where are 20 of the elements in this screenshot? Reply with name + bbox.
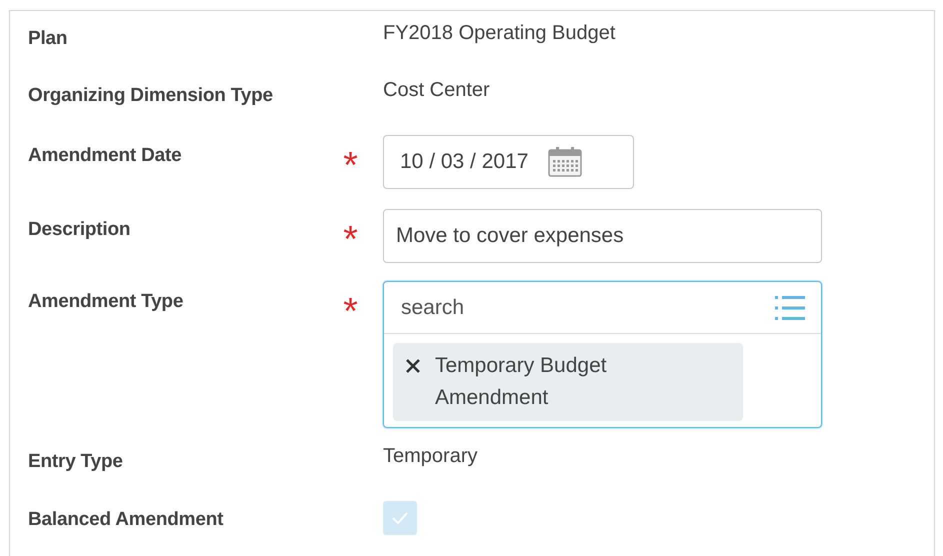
- multiselect-field[interactable]: search Temporary Budget Amendment: [383, 281, 822, 428]
- selected-item-chip[interactable]: Temporary Budget Amendment: [393, 343, 743, 421]
- field-label: Entry Type: [28, 450, 124, 474]
- chip-label: Temporary Budget Amendment: [435, 353, 608, 411]
- field-label: Plan: [28, 27, 68, 51]
- field-value: FY2018 Operating Budget: [383, 21, 616, 46]
- date-field[interactable]: 10 / 03 / 2017: [383, 135, 634, 189]
- field-value: Temporary: [383, 444, 478, 469]
- field-label: Balanced Amendment: [28, 508, 224, 532]
- field-label: Description: [28, 218, 132, 242]
- calendar-icon[interactable]: [548, 147, 582, 177]
- field-label: Amendment Type: [28, 290, 184, 314]
- list-icon[interactable]: [775, 294, 805, 320]
- search-field[interactable]: search: [401, 292, 775, 322]
- remove-icon[interactable]: [405, 358, 421, 374]
- field-label: Amendment Date: [28, 144, 182, 168]
- check-icon: [391, 511, 409, 525]
- description-field[interactable]: Move to cover expenses: [383, 209, 822, 263]
- field-value: Cost Center: [383, 78, 491, 103]
- field-label: Organizing Dimension Type: [28, 84, 274, 108]
